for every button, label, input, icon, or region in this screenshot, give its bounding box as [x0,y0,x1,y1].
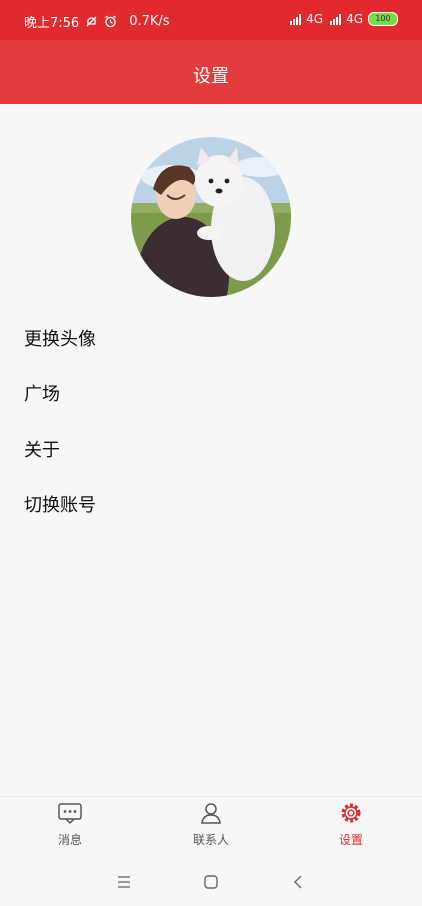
system-nav-bar [0,858,422,906]
avatar[interactable] [131,137,291,297]
mute-icon [86,16,97,27]
settings-gear-icon [341,803,361,823]
status-time: 晚上7:56 [24,16,80,31]
back-icon[interactable] [286,872,310,892]
alarm-icon [105,15,117,28]
network-type-1: 4G [306,12,324,26]
page-title: 设置 [193,66,229,87]
avatar-image [131,137,291,297]
message-icon [58,803,82,825]
signal-icon [330,13,342,25]
menu-item-switch-account[interactable]: 切换账号 [0,477,422,533]
status-bar: 晚上7:56 0.7K/s 4G 4G 100 [0,0,422,40]
status-left: 晚上7:56 0.7K/s [24,12,170,31]
contact-icon [201,803,221,824]
network-type-2: 4G [346,12,363,26]
tab-messages-label: 消息 [57,833,82,847]
tab-settings-label: 设置 [338,833,363,847]
home-icon[interactable] [199,872,223,892]
settings-menu: 更换头像 广场 关于 切换账号 [0,310,422,532]
tab-contacts-label: 联系人 [192,833,229,847]
status-right: 4G 4G 100 [290,12,398,26]
menu-icon[interactable] [112,872,136,892]
menu-item-square[interactable]: 广场 [0,366,422,422]
bottom-tab-bar: 消息 联系人 设置 [0,796,422,859]
app-bar: 设置 [0,40,422,104]
network-speed: 0.7K/s [129,14,170,29]
tab-settings[interactable]: 设置 [311,801,391,848]
signal-icon [290,13,302,25]
tab-messages[interactable]: 消息 [30,801,110,848]
battery-icon: 100 [368,12,398,26]
tab-contacts[interactable]: 联系人 [171,801,251,848]
menu-item-change-avatar[interactable]: 更换头像 [0,310,422,366]
menu-item-about[interactable]: 关于 [0,421,422,477]
